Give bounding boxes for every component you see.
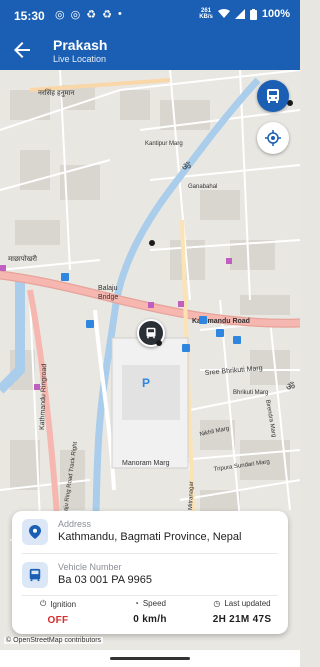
battery-icon <box>249 8 257 20</box>
speed-label: Speed <box>142 599 166 608</box>
power-icon: ⏻ <box>39 599 47 608</box>
speedometer-icon: ◔ <box>134 599 139 608</box>
map-attribution[interactable]: © OpenStreetMap contributors <box>4 637 104 644</box>
nepali-left-label: माछापोखरी <box>8 254 37 263</box>
marker-anchor-dot <box>156 340 162 346</box>
recycle-icon: ♻ <box>102 9 112 21</box>
speed-stat: ◔ Speed 0 km/h <box>104 599 196 625</box>
status-time: 15:30 <box>14 9 45 23</box>
temple-icon: ॐ <box>182 161 191 173</box>
landmark-icon <box>149 240 155 246</box>
bus-view-button[interactable] <box>257 80 289 112</box>
signal-icon <box>234 9 245 19</box>
balaju-bridge-label-2: Bridge <box>98 294 118 301</box>
battery-level: 100% <box>261 8 290 20</box>
bus-stop-icon <box>86 320 94 328</box>
address-row: Address Kathmandu, Bagmati Province, Nep… <box>22 519 278 547</box>
gesture-nav-bar <box>0 650 300 667</box>
ignition-value: OFF <box>47 615 69 626</box>
shop-icon <box>34 384 40 390</box>
home-indicator[interactable] <box>110 657 190 660</box>
bus-icon <box>267 89 279 103</box>
mitranagar-label: Mitranagar <box>188 481 195 510</box>
updated-label: Last updated <box>224 599 271 608</box>
kantipur-label: Kantipur Marg <box>145 141 183 147</box>
bus-icon <box>22 562 48 588</box>
ignition-stat: ⏻ Ignition OFF <box>12 599 104 626</box>
shop-icon <box>0 265 6 271</box>
notification-icons: ◎ ◎ ♻ ♻ • <box>55 8 122 21</box>
location-pin-icon <box>22 519 48 545</box>
crosshair-icon <box>265 130 281 146</box>
address-value: Kathmandu, Bagmati Province, Nepal <box>58 531 242 543</box>
manoram-marg-label: Manoram Marg <box>122 460 170 467</box>
bus-icon <box>146 327 156 339</box>
vehicle-row: Vehicle Number Ba 03 001 PA 9965 <box>22 562 278 590</box>
data-rate: 261 KB/s <box>199 8 213 20</box>
status-bar: 15:30 ◎ ◎ ♻ ♻ • 261 KB/s 100% <box>0 0 300 30</box>
divider <box>22 553 278 554</box>
page-title: Prakash <box>53 37 108 53</box>
clock-icon: ◷ <box>213 599 221 608</box>
temple-icon: ॐ <box>286 381 295 393</box>
bus-stop-icon <box>233 336 241 344</box>
bhrikuti-marg-label: Bhrikuti Marg <box>233 390 268 396</box>
divider <box>22 595 278 596</box>
app-notification-icon: ◎ <box>70 9 81 21</box>
wifi-icon <box>217 9 230 18</box>
status-right: 261 KB/s 100% <box>199 8 290 20</box>
shop-icon <box>148 302 154 308</box>
ganabahal-label: Ganabahal <box>188 184 217 190</box>
shop-icon <box>178 301 184 307</box>
vehicle-label: Vehicle Number <box>58 562 122 572</box>
recycle-icon: ♻ <box>86 9 97 21</box>
vehicle-info-card: Address Kathmandu, Bagmati Province, Nep… <box>12 511 288 634</box>
shop-icon <box>226 258 232 264</box>
stats-row: ⏻ Ignition OFF ◔ Speed 0 km/h ◷ Last update… <box>12 599 288 631</box>
balaju-bridge-label-1: Balaju <box>98 285 118 292</box>
nepali-top-label: नरसिंह हनुमान <box>38 88 75 97</box>
bus-stop-icon <box>61 273 69 281</box>
dot-icon: • <box>117 8 122 20</box>
ignition-label: Ignition <box>50 599 77 609</box>
my-location-button[interactable] <box>257 122 289 154</box>
bus-stop-icon <box>182 344 190 352</box>
page-subtitle: Live Location <box>53 54 107 64</box>
app-notification-icon: ◎ <box>55 9 65 21</box>
app-bar: Prakash Live Location <box>0 30 300 70</box>
parking-icon: P <box>142 376 150 390</box>
data-rate-unit: KB/s <box>199 14 213 20</box>
bus-stop-icon <box>216 329 224 337</box>
back-arrow-icon[interactable] <box>10 38 34 62</box>
vehicle-value: Ba 03 001 PA 9965 <box>58 574 152 586</box>
speed-value: 0 km/h <box>133 614 167 625</box>
bus-stop-icon <box>199 316 207 324</box>
address-label: Address <box>58 519 92 529</box>
updated-value: 2H 21M 47S <box>212 614 272 625</box>
updated-stat: ◷ Last updated 2H 21M 47S <box>196 599 288 625</box>
